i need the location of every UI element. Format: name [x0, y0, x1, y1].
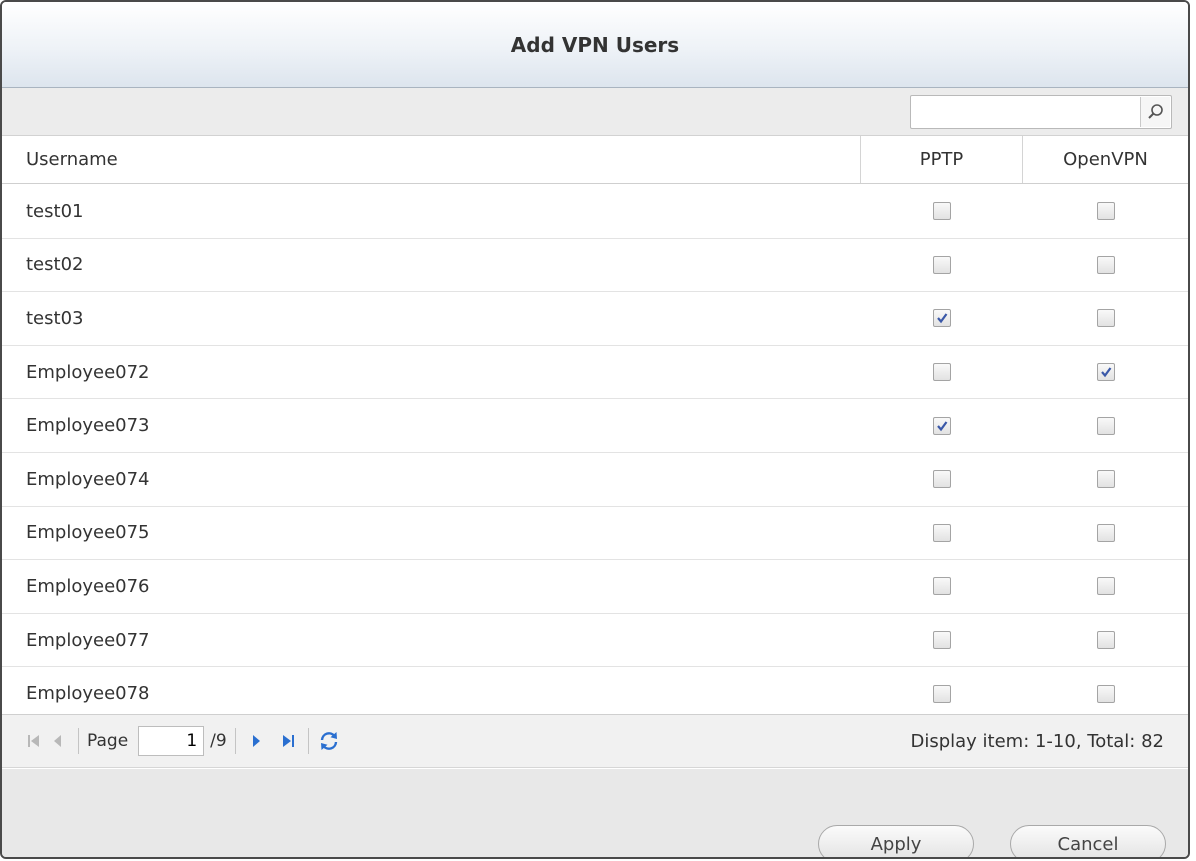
dialog-titlebar: Add VPN Users — [2, 2, 1188, 88]
pptp-checkbox[interactable] — [933, 363, 951, 382]
pptp-checkbox[interactable] — [933, 416, 951, 435]
openvpn-cell — [1023, 363, 1188, 382]
openvpn-checkbox[interactable] — [1096, 577, 1115, 596]
openvpn-cell — [1023, 523, 1188, 542]
previous-page-button[interactable] — [46, 727, 70, 755]
openvpn-checkbox[interactable] — [1096, 470, 1115, 489]
pptp-cell — [861, 523, 1023, 542]
pptp-checkbox[interactable] — [933, 631, 951, 650]
openvpn-checkbox[interactable] — [1096, 309, 1115, 328]
next-page-icon — [252, 735, 260, 747]
table-row[interactable]: test03 — [2, 292, 1188, 346]
pptp-cell — [861, 309, 1023, 328]
pptp-cell — [861, 363, 1023, 382]
column-header-pptp[interactable]: PPTP — [861, 136, 1023, 183]
pagination-bar: Page /9 Display item: 1-10, Total: 82 — [2, 714, 1188, 768]
username-cell: Employee074 — [26, 468, 150, 490]
table-row[interactable]: Employee074 — [2, 452, 1188, 507]
table-row[interactable]: Employee076 — [2, 560, 1188, 614]
previous-page-icon — [54, 735, 61, 747]
table-row[interactable]: Employee075 — [2, 506, 1188, 561]
pager-divider — [78, 728, 79, 754]
openvpn-cell — [1023, 309, 1188, 328]
pager-divider — [307, 728, 309, 754]
openvpn-checkbox[interactable] — [1096, 684, 1115, 703]
table-row[interactable]: Employee073 — [2, 399, 1188, 453]
username-cell: test02 — [26, 254, 84, 276]
check-mark-icon — [937, 421, 948, 431]
display-item-info: Display item: 1-10, Total: 82 — [910, 730, 1164, 752]
user-table-body: test01 test02 test03 Employee072 Employee073… — [2, 185, 1188, 721]
username-cell: Employee077 — [26, 629, 150, 651]
search-toolbar — [2, 88, 1188, 136]
openvpn-cell — [1023, 416, 1188, 435]
pptp-checkbox[interactable] — [933, 309, 951, 328]
total-pages-label: /9 — [210, 731, 227, 751]
first-page-icon — [28, 735, 39, 747]
first-page-button[interactable] — [22, 727, 46, 755]
username-cell: Employee078 — [26, 683, 150, 705]
search-button[interactable] — [1140, 97, 1170, 127]
dialog-footer: Apply Cancel — [2, 769, 1188, 857]
table-header: Username PPTP OpenVPN — [2, 136, 1188, 184]
refresh-button[interactable] — [317, 727, 341, 755]
check-mark-icon — [1100, 367, 1111, 378]
add-vpn-users-dialog: Add VPN Users Username PPTP OpenVPN test… — [0, 0, 1190, 859]
openvpn-checkbox[interactable] — [1096, 416, 1115, 435]
pptp-checkbox[interactable] — [933, 470, 951, 489]
openvpn-cell — [1023, 470, 1188, 489]
pager-divider — [234, 728, 236, 754]
refresh-icon — [320, 732, 337, 750]
openvpn-cell — [1023, 684, 1188, 703]
column-header-openvpn[interactable]: OpenVPN — [1023, 136, 1188, 183]
next-page-button[interactable] — [244, 727, 268, 755]
pptp-cell — [861, 416, 1023, 435]
last-page-button[interactable] — [276, 727, 300, 755]
apply-button[interactable]: Apply — [818, 825, 974, 857]
table-row[interactable]: Employee078 — [2, 667, 1188, 721]
table-row[interactable]: Employee072 — [2, 345, 1188, 400]
table-row[interactable]: test02 — [2, 238, 1188, 293]
openvpn-checkbox[interactable] — [1096, 255, 1115, 274]
username-cell: Employee072 — [26, 361, 150, 383]
username-cell: test01 — [26, 200, 84, 222]
username-cell: test03 — [26, 307, 84, 329]
pptp-checkbox[interactable] — [933, 577, 951, 596]
page-number-input[interactable] — [138, 726, 205, 756]
pptp-checkbox[interactable] — [933, 684, 951, 703]
dialog-title: Add VPN Users — [510, 32, 680, 57]
check-mark-icon — [937, 313, 948, 324]
column-header-username[interactable]: Username — [2, 136, 861, 183]
openvpn-cell — [1023, 631, 1188, 650]
table-row[interactable]: Employee077 — [2, 613, 1188, 668]
pptp-checkbox[interactable] — [933, 523, 951, 542]
username-cell: Employee076 — [26, 575, 150, 597]
openvpn-checkbox[interactable] — [1096, 363, 1115, 382]
page-label: Page — [87, 731, 129, 751]
pptp-cell — [861, 470, 1023, 489]
pptp-checkbox[interactable] — [933, 202, 951, 221]
username-cell: Employee075 — [26, 522, 150, 544]
pptp-cell — [861, 631, 1023, 650]
openvpn-cell — [1023, 255, 1188, 274]
pptp-cell — [861, 577, 1023, 596]
pptp-checkbox[interactable] — [933, 255, 951, 274]
search-input[interactable] — [910, 95, 1172, 129]
username-cell: Employee073 — [26, 415, 150, 437]
openvpn-checkbox[interactable] — [1096, 631, 1115, 650]
last-page-icon — [282, 735, 294, 747]
cancel-button[interactable]: Cancel — [1010, 825, 1166, 857]
pptp-cell — [861, 684, 1023, 703]
openvpn-cell — [1023, 577, 1188, 596]
openvpn-checkbox[interactable] — [1096, 523, 1115, 542]
table-row[interactable]: test01 — [2, 185, 1188, 239]
search-icon — [1147, 104, 1163, 119]
pptp-cell — [861, 255, 1023, 274]
openvpn-cell — [1023, 202, 1188, 221]
openvpn-checkbox[interactable] — [1096, 202, 1115, 221]
pptp-cell — [861, 202, 1023, 221]
